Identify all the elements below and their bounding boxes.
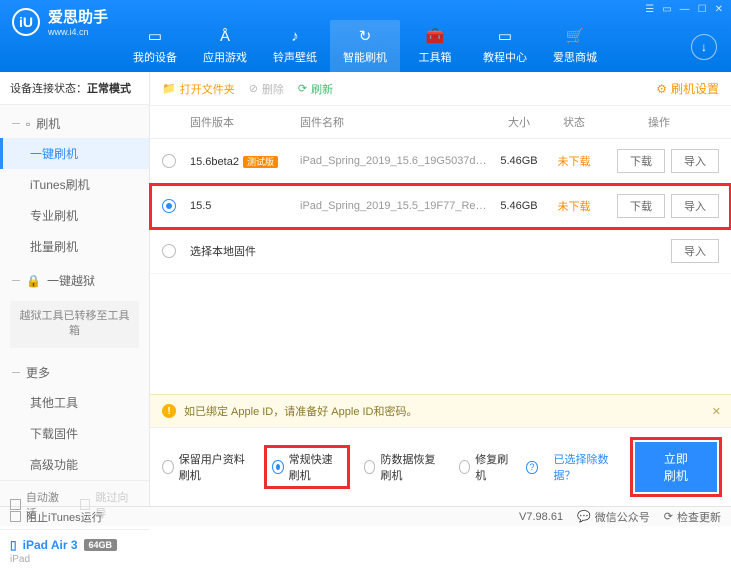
row-radio[interactable] — [162, 244, 176, 258]
import-button[interactable]: 导入 — [671, 149, 719, 173]
download-icon[interactable]: ↓ — [691, 34, 717, 60]
import-button[interactable]: 导入 — [671, 194, 719, 218]
wechat-link[interactable]: 💬微信公众号 — [577, 509, 650, 525]
connection-status: 设备连接状态：正常模式 — [0, 72, 149, 105]
firmware-row[interactable]: 15.6beta2测试版 iPad_Spring_2019_15.6_19G50… — [150, 139, 731, 184]
check-update-link[interactable]: ⟳检查更新 — [664, 509, 721, 525]
opt-anti-recovery[interactable]: 防数据恢复刷机 — [364, 451, 443, 483]
nav-my-device[interactable]: ▭我的设备 — [120, 20, 190, 72]
refresh-button[interactable]: ⟳刷新 — [298, 81, 333, 97]
opt-repair[interactable]: 修复刷机 — [459, 451, 511, 483]
sidebar-item-othertools[interactable]: 其他工具 — [0, 387, 149, 418]
music-icon: ♪ — [286, 27, 304, 45]
menu-icon[interactable]: ☰ — [645, 4, 654, 15]
flash-settings-button[interactable]: ⚙刷机设置 — [656, 80, 719, 97]
toolbox-icon: 🧰 — [426, 27, 444, 45]
opt-normal-fast[interactable]: 常规快速刷机 — [266, 447, 348, 487]
warning-icon: ! — [162, 404, 176, 418]
opt-keep-data[interactable]: 保留用户资料刷机 — [162, 451, 250, 483]
trash-icon: ⊘ — [249, 82, 258, 95]
nav-store[interactable]: 🛒爱思商城 — [540, 20, 610, 72]
jailbreak-moved-notice: 越狱工具已转移至工具箱 — [10, 301, 139, 348]
device-type: iPad — [10, 554, 139, 565]
local-firmware-row[interactable]: 选择本地固件 导入 — [150, 229, 731, 274]
app-url: www.i4.cn — [48, 27, 108, 37]
help-icon[interactable]: ? — [526, 461, 537, 474]
flash-now-button[interactable]: 立即刷机 — [635, 442, 717, 492]
group-flash[interactable]: ▫ 刷机 — [0, 109, 149, 138]
app-logo: iU — [12, 8, 40, 36]
erase-data-link[interactable]: 已选择除数据？ — [554, 451, 617, 483]
tshirt-icon[interactable]: ▭ — [662, 4, 671, 15]
notice-close-icon[interactable]: ✕ — [712, 405, 721, 418]
nav-toolbox[interactable]: 🧰工具箱 — [400, 20, 470, 72]
download-button[interactable]: 下载 — [617, 194, 665, 218]
row-radio[interactable] — [162, 199, 176, 213]
app-title: 爱思助手 — [48, 6, 108, 27]
close-icon[interactable]: ✕ — [715, 4, 723, 15]
sidebar-item-batch[interactable]: 批量刷机 — [0, 231, 149, 262]
update-icon: ⟳ — [664, 510, 673, 523]
sidebar-item-download-fw[interactable]: 下载固件 — [0, 418, 149, 449]
wechat-icon: 💬 — [577, 510, 591, 523]
folder-icon: 📁 — [162, 82, 176, 95]
book-icon: ▭ — [496, 27, 514, 45]
maximize-icon[interactable]: ☐ — [698, 4, 707, 15]
nav-tutorials[interactable]: ▭教程中心 — [470, 20, 540, 72]
sidebar-item-itunes[interactable]: iTunes刷机 — [0, 169, 149, 200]
nav-ringtones[interactable]: ♪铃声壁纸 — [260, 20, 330, 72]
sidebar-item-advanced[interactable]: 高级功能 — [0, 449, 149, 480]
nav-flash[interactable]: ↻智能刷机 — [330, 20, 400, 72]
block-itunes-check[interactable]: 阻止iTunes运行 — [10, 509, 103, 525]
row-radio[interactable] — [162, 154, 176, 168]
firmware-row-selected[interactable]: 15.5 iPad_Spring_2019_15.5_19F77_Restore… — [150, 184, 731, 229]
group-jailbreak[interactable]: 🔒 一键越狱 — [0, 266, 149, 295]
nav-apps[interactable]: Å应用游戏 — [190, 20, 260, 72]
delete-button[interactable]: ⊘删除 — [249, 81, 284, 97]
open-folder-button[interactable]: 📁打开文件夹 — [162, 81, 235, 97]
reload-icon: ⟳ — [298, 82, 307, 95]
cart-icon: 🛒 — [566, 27, 584, 45]
apple-id-notice: ! 如已绑定 Apple ID，请准备好 Apple ID和密码。 ✕ — [150, 394, 731, 427]
phone-icon: ▭ — [146, 27, 164, 45]
download-button[interactable]: 下载 — [617, 149, 665, 173]
tablet-icon: ▯ — [10, 538, 17, 552]
group-more[interactable]: 更多 — [0, 358, 149, 387]
device-card[interactable]: ▯iPad Air 364GB iPad — [0, 529, 149, 573]
apps-icon: Å — [216, 27, 234, 45]
sidebar-item-pro[interactable]: 专业刷机 — [0, 200, 149, 231]
gear-icon: ⚙ — [656, 82, 667, 96]
refresh-icon: ↻ — [356, 27, 374, 45]
sidebar-item-oneclick[interactable]: 一键刷机 — [0, 138, 149, 169]
version-label: V7.98.61 — [519, 511, 563, 523]
beta-tag: 测试版 — [243, 156, 278, 168]
import-button[interactable]: 导入 — [671, 239, 719, 263]
storage-badge: 64GB — [84, 539, 118, 551]
table-header: 固件版本 固件名称 大小 状态 操作 — [150, 106, 731, 139]
minimize-icon[interactable]: — — [680, 4, 690, 15]
